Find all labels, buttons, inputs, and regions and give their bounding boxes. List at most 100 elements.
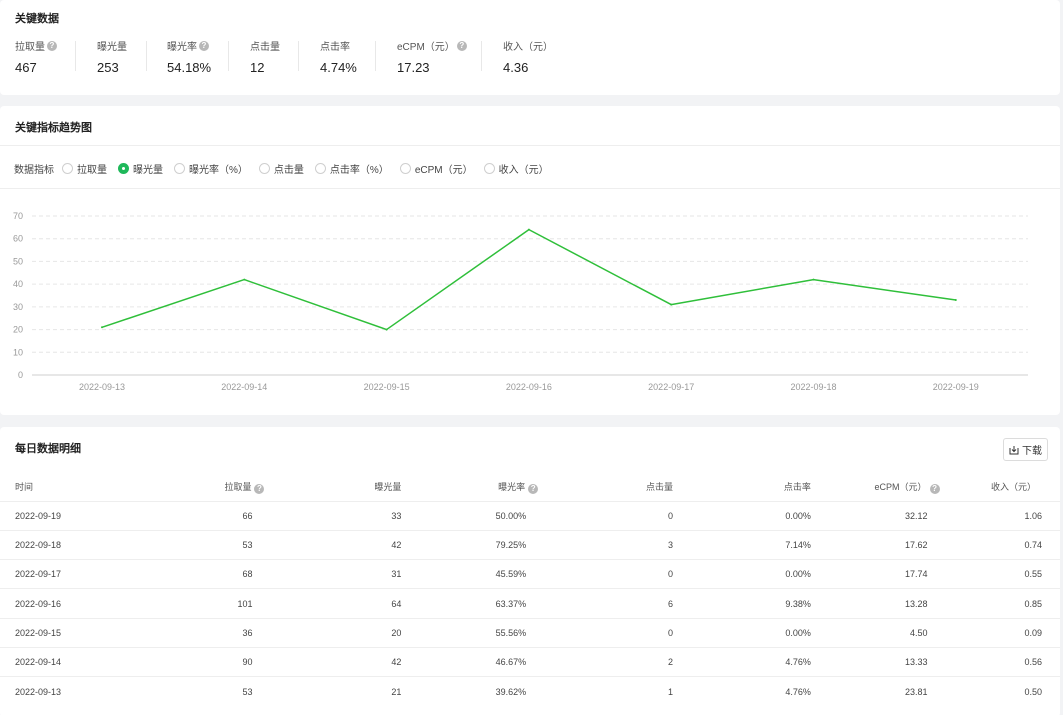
table-cell: 0.00% xyxy=(673,559,811,589)
daily-table: 时间 拉取量? 曝光量 曝光率? 点击量 点击率 eCPM（元）? 收入（元） 2022-09… xyxy=(0,473,1060,707)
data-point xyxy=(101,326,103,329)
metric-item: 拉取量? 467 xyxy=(15,38,57,75)
table-cell: 0.09 xyxy=(939,617,1060,648)
table-cell: 17.74 xyxy=(810,559,940,589)
metric-separator xyxy=(375,41,376,71)
y-tick-label: 60 xyxy=(13,234,23,244)
metric-label-text: eCPM（元） xyxy=(397,42,455,53)
table-cell: 32.12 xyxy=(810,500,940,531)
key-data-title: 关键数据 xyxy=(15,13,59,25)
series-line xyxy=(101,228,956,331)
table-cell: 68 xyxy=(133,559,265,589)
download-icon xyxy=(1009,445,1019,454)
table-cell: 0 xyxy=(538,617,673,648)
trend-card: 关键指标趋势图 数据指标 拉取量 曝光量 曝光率（%） 点击量 点击率（%） eCPM（元… xyxy=(0,106,1060,415)
table-cell: 2022-09-15 xyxy=(0,617,134,648)
metric-item: 点击率 4.74% xyxy=(320,38,357,75)
table-cell: 101 xyxy=(133,588,265,619)
table-cell: 2022-09-19 xyxy=(0,500,134,531)
table-cell: 31 xyxy=(264,559,402,589)
table-cell: 53 xyxy=(133,529,265,560)
x-tick-label: 2022-09-19 xyxy=(933,382,979,392)
table-cell: 79.25% xyxy=(401,529,539,560)
table-row: 2022-09-16 101 64 63.37% 6 9.38% 13.28 0.85 xyxy=(0,588,1060,619)
column-header-label: 收入（元） xyxy=(990,482,1036,493)
help-icon[interactable]: ? xyxy=(199,40,209,51)
trend-line-chart: 0 10 20 30 40 50 60 70 2022-09-13 2022-09-14 2022-… xyxy=(13,211,1028,392)
x-tick-label: 2022-09-14 xyxy=(221,382,267,392)
help-icon[interactable]: ? xyxy=(929,483,940,494)
column-header-label: 点击量 xyxy=(645,482,673,493)
metric-value: 17.23 xyxy=(397,60,430,75)
y-tick-label: 70 xyxy=(13,211,23,221)
metric-label: 收入（元） xyxy=(503,38,553,53)
metric-label: 拉取量? xyxy=(15,38,57,53)
table-cell: 0.00% xyxy=(673,500,811,531)
metric-value: 12 xyxy=(250,60,265,75)
x-tick-label: 2022-09-15 xyxy=(364,382,410,392)
metric-separator xyxy=(481,41,482,71)
help-icon[interactable]: ? xyxy=(254,483,265,494)
metric-label: 曝光率? xyxy=(167,38,211,53)
table-cell: 42 xyxy=(264,646,402,677)
metric-label: 曝光量 xyxy=(97,38,127,53)
metric-value: 4.74% xyxy=(320,60,357,75)
table-cell: 3 xyxy=(538,529,673,560)
metric-label-text: 曝光率 xyxy=(167,42,197,53)
table-cell: 20 xyxy=(264,617,402,648)
data-point xyxy=(670,303,673,306)
x-tick-label: 2022-09-18 xyxy=(790,382,836,392)
table-cell: 2 xyxy=(538,646,673,677)
metric-label-text: 点击量 xyxy=(250,42,280,53)
download-label: 下载 xyxy=(1022,446,1042,457)
metric-label-text: 曝光量 xyxy=(97,42,127,53)
table-cell: 66 xyxy=(133,500,265,531)
help-icon[interactable]: ? xyxy=(47,40,57,51)
column-header: 点击量 xyxy=(538,473,673,501)
metric-item: 曝光量 253 xyxy=(97,38,127,75)
column-header: 拉取量? xyxy=(134,473,265,501)
metric-label-text: 拉取量 xyxy=(15,42,45,53)
table-cell: 4.50 xyxy=(810,617,940,648)
download-button[interactable]: 下载 xyxy=(1003,438,1048,461)
metric-label: eCPM（元）? xyxy=(397,38,467,53)
table-cell: 0 xyxy=(538,559,673,589)
help-icon[interactable]: ? xyxy=(528,483,539,494)
table-cell: 2022-09-18 xyxy=(0,529,134,560)
table-cell: 2022-09-16 xyxy=(0,588,134,619)
metric-separator xyxy=(298,41,299,71)
x-tick-label: 2022-09-13 xyxy=(79,382,125,392)
column-header: 时间 xyxy=(0,473,134,501)
table-cell: 2022-09-17 xyxy=(0,559,134,589)
table-cell: 90 xyxy=(133,646,265,677)
table-cell: 4.76% xyxy=(673,676,811,707)
table-cell: 63.37% xyxy=(401,588,539,619)
metric-separator xyxy=(228,41,229,71)
y-tick-label: 30 xyxy=(13,302,23,312)
column-header-label: 点击率 xyxy=(783,482,811,493)
table-cell: 21 xyxy=(264,676,402,707)
table-cell: 0.85 xyxy=(939,588,1060,619)
table-cell: 23.81 xyxy=(810,676,940,707)
data-point xyxy=(385,328,388,331)
table-cell: 0.50 xyxy=(939,676,1060,707)
table-row: 2022-09-17 68 31 45.59% 0 0.00% 17.74 0.55 xyxy=(0,559,1060,589)
daily-title: 每日数据明细 xyxy=(15,443,81,455)
metric-value: 54.18% xyxy=(167,60,212,75)
metric-label: 点击率 xyxy=(320,38,357,53)
metric-value: 253 xyxy=(97,60,119,75)
y-tick-label: 0 xyxy=(18,370,23,380)
y-tick-label: 40 xyxy=(13,279,23,289)
help-icon[interactable]: ? xyxy=(456,40,467,51)
table-cell: 9.38% xyxy=(673,588,811,619)
daily-detail-card: 每日数据明细 下载 时间 拉取量? 曝光量 曝光率? 点击量 点击率 eCPM（元）? 收入（… xyxy=(0,427,1060,715)
metric-item: 收入（元） 4.36 xyxy=(503,38,553,75)
key-data-card: 关键数据 拉取量? 467 曝光量 253 曝光率? 54.18% 点击量 12 点击率 4.74… xyxy=(0,0,1060,95)
table-cell: 13.33 xyxy=(810,646,940,677)
table-cell: 1.06 xyxy=(939,500,1060,531)
column-header-label: 拉取量 xyxy=(224,481,252,492)
data-point xyxy=(527,228,530,231)
table-cell: 45.59% xyxy=(401,559,539,589)
table-header-row: 时间 拉取量? 曝光量 曝光率? 点击量 点击率 eCPM（元）? 收入（元） xyxy=(0,473,1060,501)
table-cell: 1 xyxy=(538,676,673,707)
